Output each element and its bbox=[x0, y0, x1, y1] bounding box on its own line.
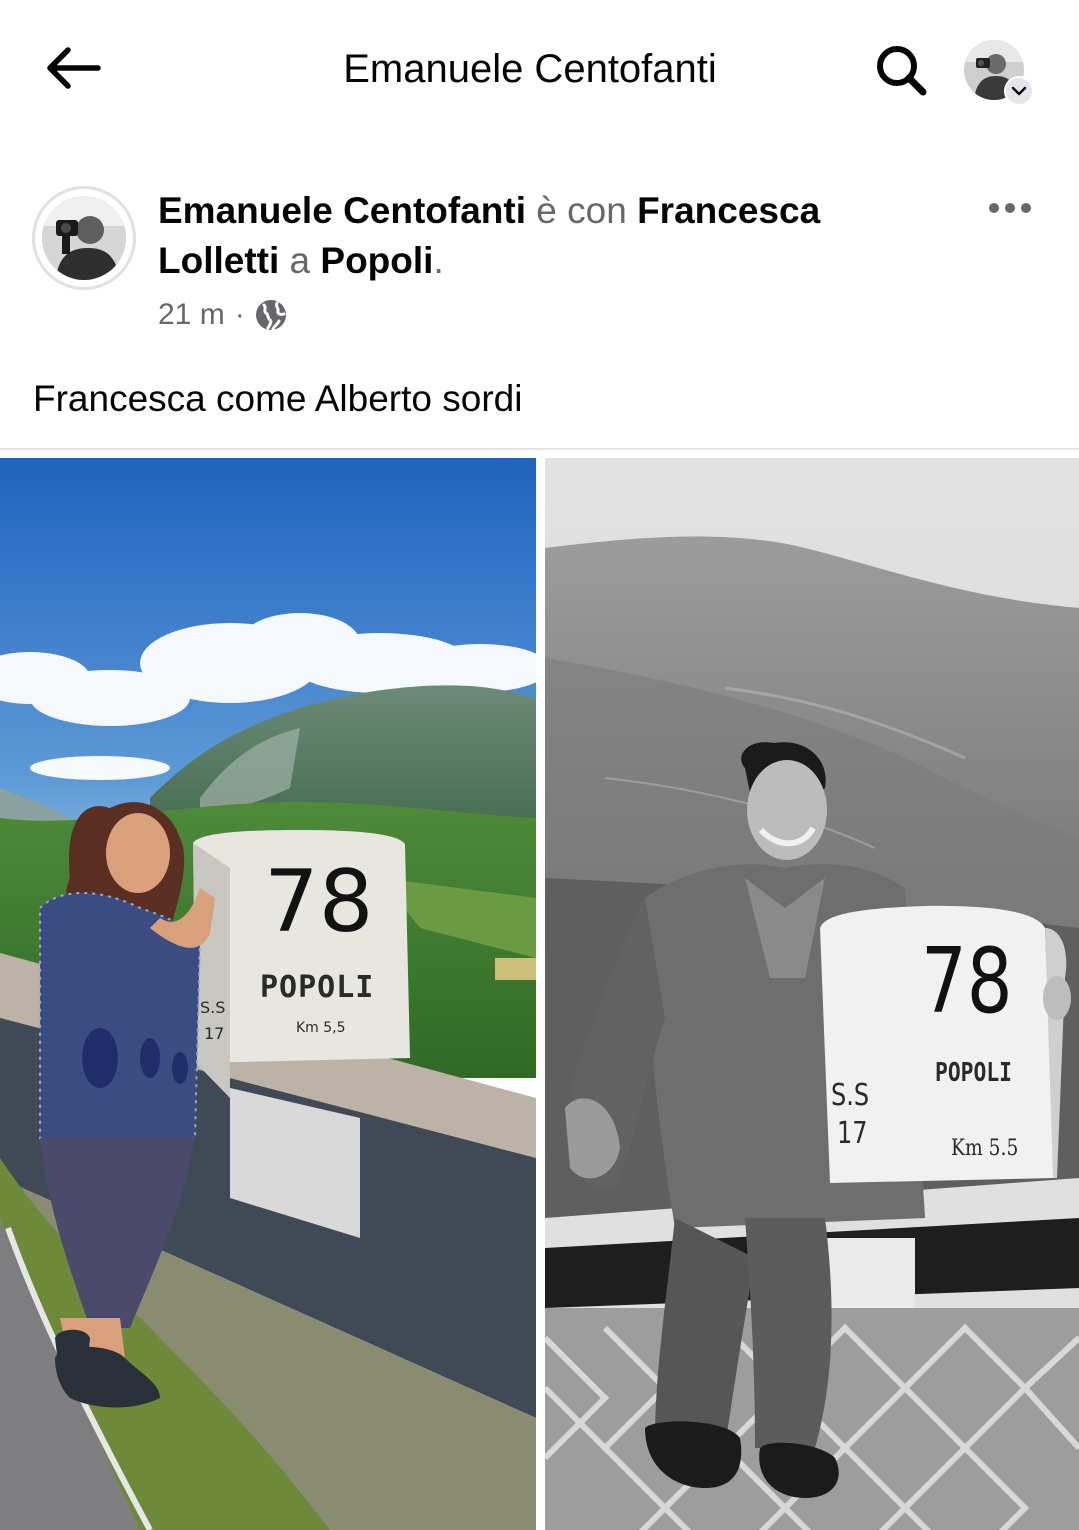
divider bbox=[0, 448, 1079, 450]
milestone-road-number: 17 bbox=[837, 1116, 868, 1151]
post-meta: 21 m · bbox=[158, 292, 287, 338]
chevron-down-icon bbox=[1004, 76, 1034, 106]
post-more-button[interactable] bbox=[978, 188, 1042, 228]
author-name-link[interactable]: Emanuele Centofanti bbox=[158, 190, 526, 231]
milestone-km: Km 5,5 bbox=[296, 1020, 346, 1036]
post-photo-right[interactable]: 78 POPOLI S.S 17 Km 5.5 bbox=[545, 458, 1079, 1530]
search-button[interactable] bbox=[870, 40, 932, 100]
with-label: è con bbox=[536, 190, 627, 231]
author-avatar[interactable] bbox=[32, 186, 136, 290]
top-bar: Emanuele Centofanti bbox=[0, 0, 1079, 138]
back-button[interactable] bbox=[40, 40, 104, 96]
milestone-left: 78 POPOLI S.S 17 Km 5,5 bbox=[196, 848, 410, 1068]
arrow-left-icon bbox=[47, 47, 101, 89]
post-header: Emanuele Centofanti è con Francesca Loll… bbox=[158, 186, 928, 286]
milestone-town: POPOLI bbox=[935, 1058, 1013, 1088]
milestone-km: Km 5.5 bbox=[951, 1136, 1019, 1161]
post-time[interactable]: 21 m bbox=[158, 298, 225, 332]
at-label: a bbox=[289, 240, 311, 281]
milestone-number: 78 bbox=[921, 929, 1013, 1034]
meta-separator: · bbox=[234, 298, 245, 331]
milestone-road-number: 17 bbox=[204, 1024, 225, 1043]
period: . bbox=[433, 240, 444, 281]
post-photo-left[interactable]: 78 POPOLI S.S 17 Km 5,5 bbox=[0, 458, 536, 1530]
milestone-right: 78 POPOLI S.S 17 Km 5.5 bbox=[825, 916, 1055, 1186]
place-link[interactable]: Popoli bbox=[320, 240, 433, 281]
milestone-town: POPOLI bbox=[260, 970, 375, 1005]
milestone-road: S.S bbox=[831, 1078, 870, 1113]
globe-icon[interactable] bbox=[255, 299, 287, 331]
milestone-road: S.S bbox=[200, 998, 226, 1017]
page-title: Emanuele Centofanti bbox=[343, 47, 717, 91]
post-caption: Francesca come Alberto sordi bbox=[33, 378, 523, 419]
more-horizontal-icon bbox=[989, 203, 1031, 213]
milestone-number: 78 bbox=[264, 852, 374, 952]
search-icon bbox=[877, 46, 927, 96]
account-menu-button[interactable] bbox=[962, 38, 1034, 106]
avatar bbox=[42, 196, 126, 280]
